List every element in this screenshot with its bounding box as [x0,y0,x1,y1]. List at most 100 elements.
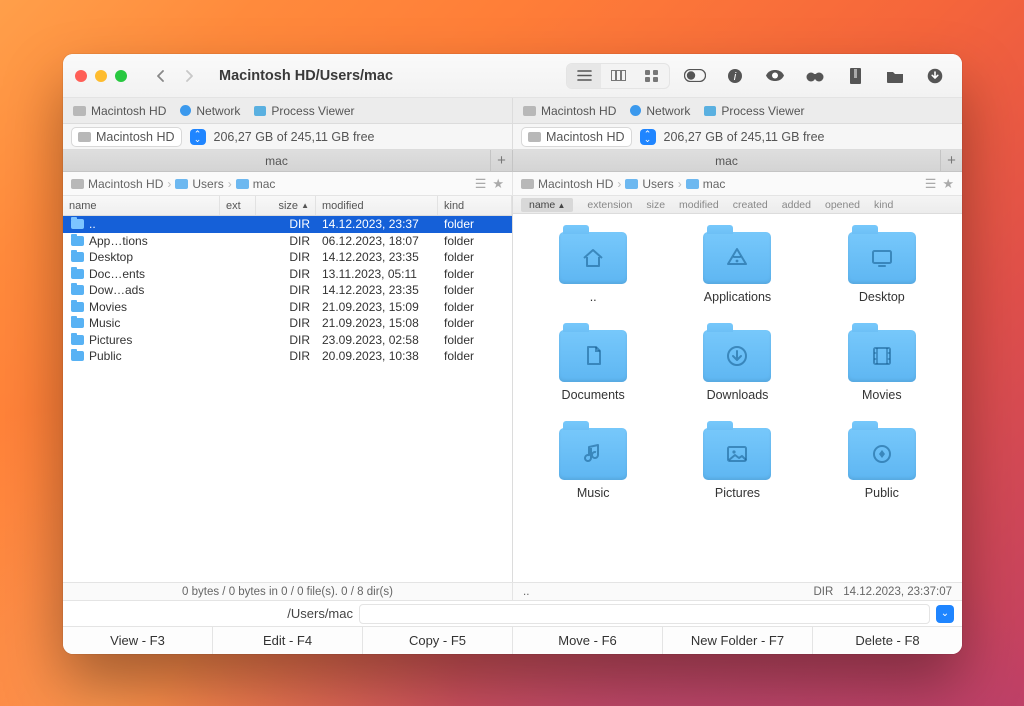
tab-process-viewer[interactable]: Process Viewer [704,104,804,118]
tab-process-viewer[interactable]: Process Viewer [254,104,354,118]
file-row[interactable]: MoviesDIR21.09.2023, 15:09folder [63,299,512,316]
file-row[interactable]: Dow…adsDIR14.12.2023, 23:35folder [63,282,512,299]
col-added[interactable]: added [782,199,811,211]
grid-item[interactable]: Downloads [665,330,809,402]
nav-back-button[interactable] [149,65,173,87]
folder-icon [71,335,84,345]
volume-selector-left[interactable]: Macintosh HD [71,127,182,147]
crumb[interactable]: mac [253,177,276,191]
quicklook-icon[interactable] [760,63,790,89]
grid-item[interactable]: .. [521,232,665,304]
folder-icon [236,179,249,189]
left-file-list[interactable]: ..DIR14.12.2023, 23:37folderApp…tionsDIR… [63,216,512,582]
folder-icon[interactable] [880,63,910,89]
folder-icon [848,232,916,284]
window-title: Macintosh HD/Users/mac [219,68,393,84]
view-mode-segment [566,63,670,89]
col-extension[interactable]: extension [587,199,632,211]
col-size[interactable]: size [646,199,665,211]
left-pane: name ext size ▲ modified kind ..DIR14.12… [63,196,513,582]
col-name[interactable]: name [521,198,573,212]
right-pane-title: mac [513,154,940,168]
fn-copy[interactable]: Copy - F5 [363,627,513,654]
file-row[interactable]: PublicDIR20.09.2023, 10:38folder [63,348,512,365]
favorite-icon[interactable]: ★ [492,176,504,192]
col-size[interactable]: size ▲ [256,196,316,215]
folder-icon [71,252,84,262]
grid-item[interactable]: Movies [810,330,954,402]
folder-icon [71,302,84,312]
right-column-header: name extension size modified created add… [513,196,962,214]
list-view-icon[interactable]: ☰ [475,176,487,192]
grid-item[interactable]: Applications [665,232,809,304]
fn-move[interactable]: Move - F6 [513,627,663,654]
add-tab-left[interactable]: + [490,150,512,172]
file-row[interactable]: DesktopDIR14.12.2023, 23:35folder [63,249,512,266]
view-columns-icon[interactable] [601,64,635,88]
breadcrumb-row: Macintosh HD› Users› mac ☰★ Macintosh HD… [63,172,962,196]
col-modified[interactable]: modified [679,199,719,211]
view-grid-icon[interactable] [635,64,669,88]
free-space-label: 206,27 GB of 245,11 GB free [664,130,825,144]
col-name[interactable]: name [63,196,220,215]
toggle-icon[interactable] [680,63,710,89]
info-icon[interactable]: i [720,63,750,89]
tab-macintosh-hd[interactable]: Macintosh HD [73,104,166,118]
crumb[interactable]: Users [642,177,673,191]
grid-item-label: Public [865,486,899,500]
download-icon[interactable] [920,63,950,89]
file-row[interactable]: PicturesDIR23.09.2023, 02:58folder [63,332,512,349]
file-row[interactable]: Doc…entsDIR13.11.2023, 05:11folder [63,266,512,283]
crumb[interactable]: mac [703,177,726,191]
close-button[interactable] [75,70,87,82]
fn-edit[interactable]: Edit - F4 [213,627,363,654]
favorite-icon[interactable]: ★ [942,176,954,192]
free-space-label: 206,27 GB of 245,11 GB free [214,130,375,144]
zoom-button[interactable] [115,70,127,82]
file-row[interactable]: ..DIR14.12.2023, 23:37folder [63,216,512,233]
tab-network[interactable]: Network [630,104,690,118]
fn-delete[interactable]: Delete - F8 [813,627,962,654]
grid-item[interactable]: Documents [521,330,665,402]
list-view-icon[interactable]: ☰ [925,176,937,192]
col-kind[interactable]: kind [438,196,512,215]
volume-dropdown-icon[interactable]: ⌃⌄ [640,129,656,145]
col-opened[interactable]: opened [825,199,860,211]
minimize-button[interactable] [95,70,107,82]
grid-item-label: .. [590,290,597,304]
path-input[interactable] [359,604,930,624]
folder-icon [625,179,638,189]
col-created[interactable]: created [733,199,768,211]
crumb[interactable]: Macintosh HD [88,177,163,191]
breadcrumb-right: Macintosh HD› Users› mac ☰★ [513,172,962,195]
crumb[interactable]: Macintosh HD [538,177,613,191]
grid-item[interactable]: Pictures [665,428,809,500]
right-pane: name extension size modified created add… [513,196,962,582]
fn-new-folder[interactable]: New Folder - F7 [663,627,813,654]
nav-forward-button[interactable] [177,65,201,87]
add-tab-right[interactable]: + [940,150,962,172]
tab-network[interactable]: Network [180,104,240,118]
view-list-icon[interactable] [567,64,601,88]
path-input-row: /Users/mac ⌄ [63,600,962,626]
grid-item[interactable]: Music [521,428,665,500]
right-icon-grid[interactable]: .. ApplicationsDesktop DocumentsDownloadsM… [513,214,962,582]
tab-macintosh-hd[interactable]: Macintosh HD [523,104,616,118]
fn-view[interactable]: View - F3 [63,627,213,654]
status-right-time: 14.12.2023, 23:37:07 [843,586,952,598]
status-right-prefix: .. [523,586,529,598]
col-modified[interactable]: modified [316,196,438,215]
archive-icon[interactable] [840,63,870,89]
file-row[interactable]: App…tionsDIR06.12.2023, 18:07folder [63,233,512,250]
path-go-button[interactable]: ⌄ [936,605,954,623]
crumb[interactable]: Users [192,177,223,191]
grid-item[interactable]: Public [810,428,954,500]
folder-icon [175,179,188,189]
file-row[interactable]: MusicDIR21.09.2023, 15:08folder [63,315,512,332]
binoculars-icon[interactable] [800,63,830,89]
volume-dropdown-icon[interactable]: ⌃⌄ [190,129,206,145]
volume-selector-right[interactable]: Macintosh HD [521,127,632,147]
col-kind[interactable]: kind [874,199,893,211]
grid-item[interactable]: Desktop [810,232,954,304]
col-ext[interactable]: ext [220,196,256,215]
